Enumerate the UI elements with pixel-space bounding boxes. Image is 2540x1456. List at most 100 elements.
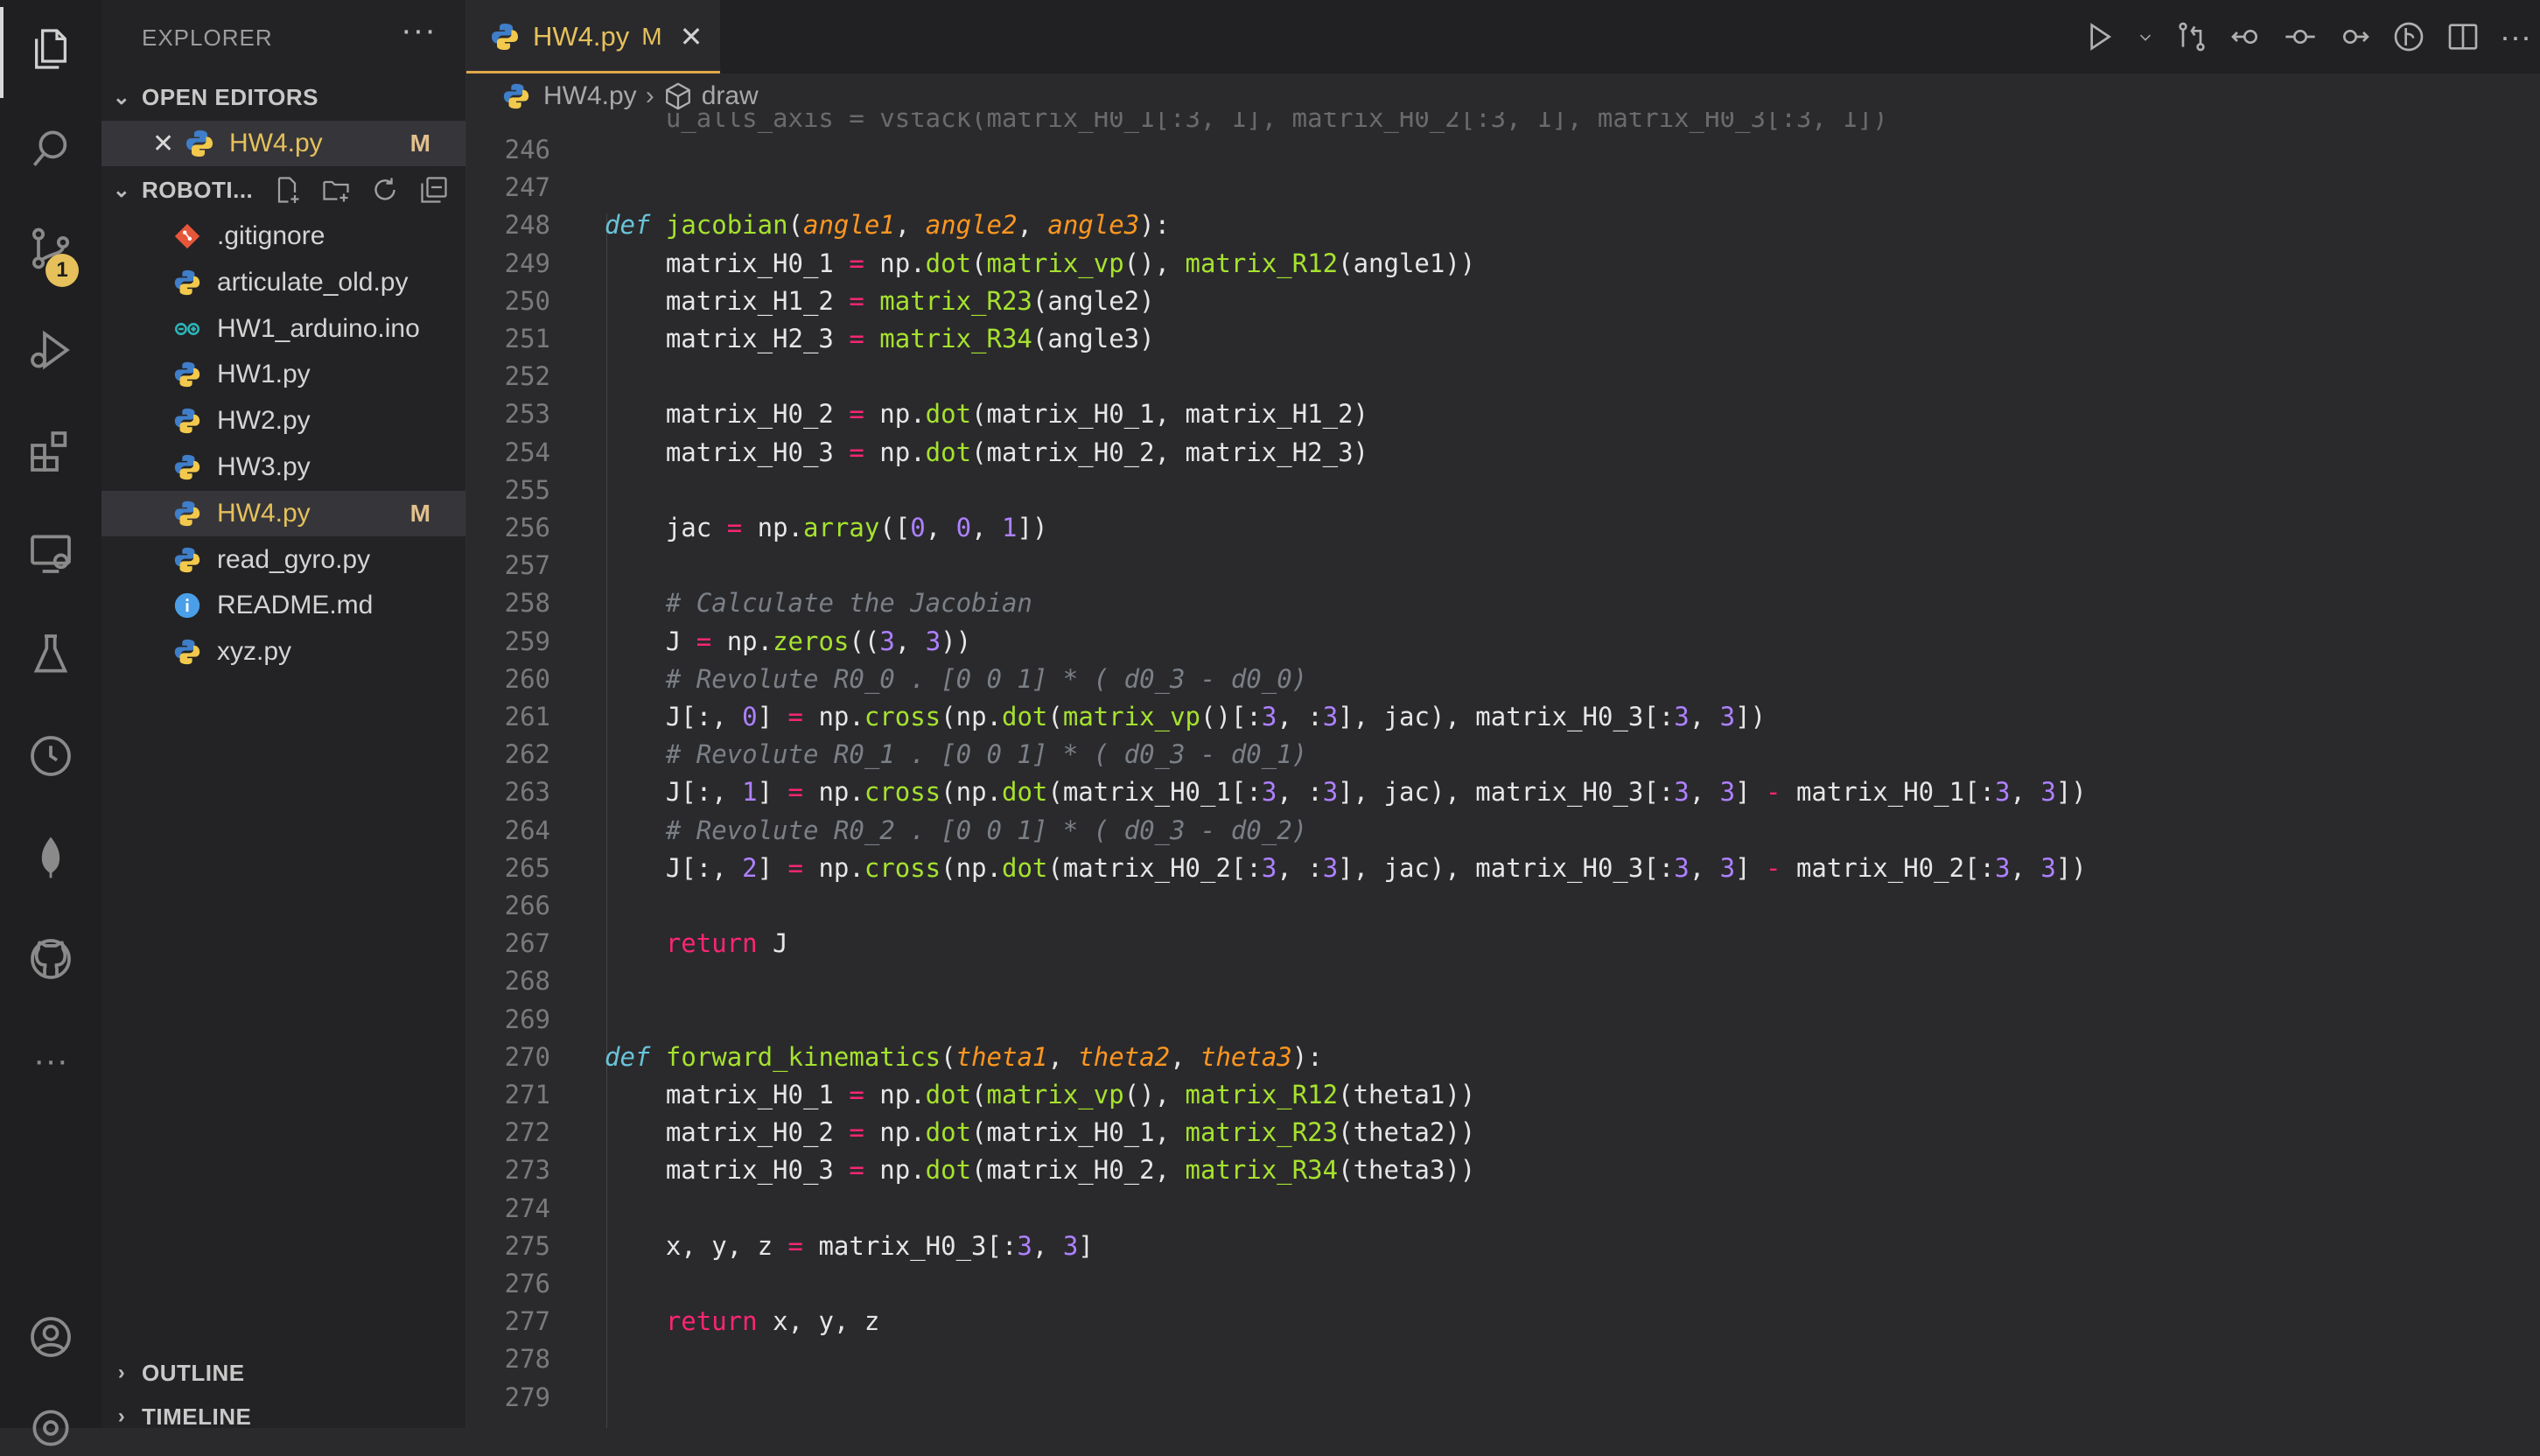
line-number: 249 <box>504 248 550 278</box>
file-name: HW4.py <box>217 498 311 528</box>
line-number: 252 <box>504 361 550 392</box>
file-item[interactable]: HW2.py <box>101 398 465 444</box>
code-line: 278 <box>466 1340 2540 1378</box>
open-editor-item[interactable]: ✕ HW4.py M <box>101 121 465 166</box>
file-name: xyz.py <box>217 637 292 667</box>
file-name: HW2.py <box>217 406 311 436</box>
line-number: 248 <box>504 210 550 241</box>
line-text: def forward_kinematics(theta1, theta2, t… <box>605 1041 1323 1072</box>
line-number: 259 <box>504 626 550 656</box>
file-item[interactable]: read_gyro.py <box>101 537 465 583</box>
file-item[interactable]: articulate_old.py <box>101 260 465 305</box>
breadcrumb-file[interactable]: HW4.py <box>543 81 637 111</box>
code-line: 270 def forward_kinematics(theta1, theta2… <box>466 1039 2540 1076</box>
line-text: matrix_H0_2 = np.dot(matrix_H0_1, matrix… <box>605 1117 1476 1148</box>
file-item[interactable]: HW1.py <box>101 352 465 397</box>
extensions-icon[interactable] <box>23 424 79 480</box>
open-editors-header[interactable]: ⌄ OPEN EDITORS <box>101 77 465 117</box>
line-number: 268 <box>504 966 550 997</box>
remote-explorer-icon[interactable] <box>23 525 79 581</box>
line-text: # Calculate the Jacobian <box>665 588 1032 619</box>
close-icon[interactable]: ✕ <box>152 129 184 159</box>
new-folder-icon[interactable] <box>320 174 352 206</box>
editor-toolbar: ··· <box>2082 0 2540 74</box>
line-text: matrix_H0_3 = np.dot(matrix_H0_2, matrix… <box>605 437 1369 467</box>
commit-icon[interactable] <box>2283 19 2318 54</box>
compare-changes-icon[interactable] <box>2174 19 2209 54</box>
refresh-icon[interactable] <box>369 174 401 206</box>
file-item[interactable]: .gitignore <box>101 214 465 259</box>
more-icon[interactable]: ··· <box>23 1032 79 1088</box>
python-icon <box>171 267 203 298</box>
close-icon[interactable]: ✕ <box>680 20 703 53</box>
code-line: 257 <box>466 547 2540 584</box>
line-text: J = np.zeros((3, 3)) <box>605 626 972 656</box>
file-item[interactable]: xyz.py <box>101 629 465 675</box>
tab-modified-badge: M <box>641 23 662 50</box>
breadcrumb-symbol[interactable]: draw <box>702 81 759 111</box>
code-editor[interactable]: u_alls_axis = vstack(matrix_H0_1[:3, 1],… <box>466 112 2540 1428</box>
open-editors-label: OPEN EDITORS <box>142 83 319 110</box>
code-line: 250 matrix_H1_2 = matrix_R23(angle2) <box>466 283 2540 320</box>
line-text: x, y, z = matrix_H0_3[:3, 3] <box>605 1230 1094 1261</box>
outline-header[interactable]: › OUTLINE <box>101 1353 465 1393</box>
line-text: matrix_H0_2 = np.dot(matrix_H0_1, matrix… <box>605 399 1369 430</box>
file-name: HW3.py <box>217 452 311 481</box>
activity-bar: 1 ··· <box>0 0 102 1446</box>
timeline-header[interactable]: › TIMELINE <box>101 1396 465 1437</box>
new-file-icon[interactable] <box>271 174 303 206</box>
line-number: 264 <box>504 815 550 845</box>
code-line: 268 <box>466 962 2540 1000</box>
collapse-all-icon[interactable] <box>418 174 450 206</box>
code-line: 277 return x, y, z <box>466 1303 2540 1340</box>
active-indicator <box>0 7 3 98</box>
python-icon <box>171 452 203 483</box>
testing-icon[interactable] <box>23 626 79 682</box>
folder-label: ROBOTI... <box>142 176 254 203</box>
line-number: 250 <box>504 285 550 316</box>
line-text: return x, y, z <box>665 1306 880 1337</box>
line-number: 272 <box>504 1117 550 1148</box>
line-text: matrix_H0_1 = np.dot(matrix_vp(), matrix… <box>605 1080 1476 1110</box>
line-number: 258 <box>504 588 550 619</box>
folder-toolbar <box>271 170 450 210</box>
code-line: 269 <box>466 1001 2540 1039</box>
outline-label: OUTLINE <box>142 1359 245 1386</box>
line-number: 265 <box>504 852 550 883</box>
folder-header[interactable]: ⌄ ROBOTI... <box>101 170 465 210</box>
line-number: 269 <box>504 1004 550 1034</box>
chevron-down-icon: ⌄ <box>112 178 131 202</box>
line-number: 277 <box>504 1306 550 1337</box>
git-lens-icon[interactable] <box>2391 19 2426 54</box>
accounts-icon[interactable] <box>23 1309 79 1365</box>
settings-gear-icon[interactable] <box>23 1400 79 1456</box>
file-item[interactable]: HW4.py M <box>101 490 465 536</box>
go-back-icon[interactable] <box>2229 19 2264 54</box>
chevron-down-icon[interactable] <box>2136 19 2155 54</box>
search-icon[interactable] <box>23 121 79 177</box>
explorer-icon[interactable] <box>23 21 79 77</box>
explorer-more-icon[interactable]: ··· <box>401 12 437 50</box>
line-number: 261 <box>504 702 550 732</box>
code-line: 251 matrix_H2_3 = matrix_R34(angle3) <box>466 320 2540 358</box>
code-line: 253 matrix_H0_2 = np.dot(matrix_H0_1, ma… <box>466 396 2540 433</box>
file-name: README.md <box>217 591 374 620</box>
go-forward-icon[interactable] <box>2337 19 2372 54</box>
tab-hw4[interactable]: HW4.py M ✕ <box>466 0 720 74</box>
github-icon[interactable] <box>23 931 79 987</box>
timeline-history-icon[interactable] <box>23 728 79 784</box>
more-actions-icon[interactable]: ··· <box>2500 18 2531 55</box>
run-debug-icon[interactable] <box>23 322 79 378</box>
file-item[interactable]: README.md <box>101 583 465 628</box>
split-editor-icon[interactable] <box>2446 19 2481 54</box>
arduino-icon <box>171 313 203 345</box>
code-line: 272 matrix_H0_2 = np.dot(matrix_H0_1, ma… <box>466 1114 2540 1152</box>
file-item[interactable]: HW3.py <box>101 444 465 490</box>
file-item[interactable]: HW1_arduino.ino <box>101 306 465 352</box>
file-name: articulate_old.py <box>217 267 409 297</box>
run-icon[interactable] <box>2082 19 2117 54</box>
code-line: 264 # Revolute R0_2 . [0 0 1] * ( d0_3 -… <box>466 812 2540 850</box>
mongodb-leaf-icon[interactable] <box>23 830 79 886</box>
chevron-right-icon: › <box>645 81 654 110</box>
open-editor-filename: HW4.py <box>229 129 323 158</box>
